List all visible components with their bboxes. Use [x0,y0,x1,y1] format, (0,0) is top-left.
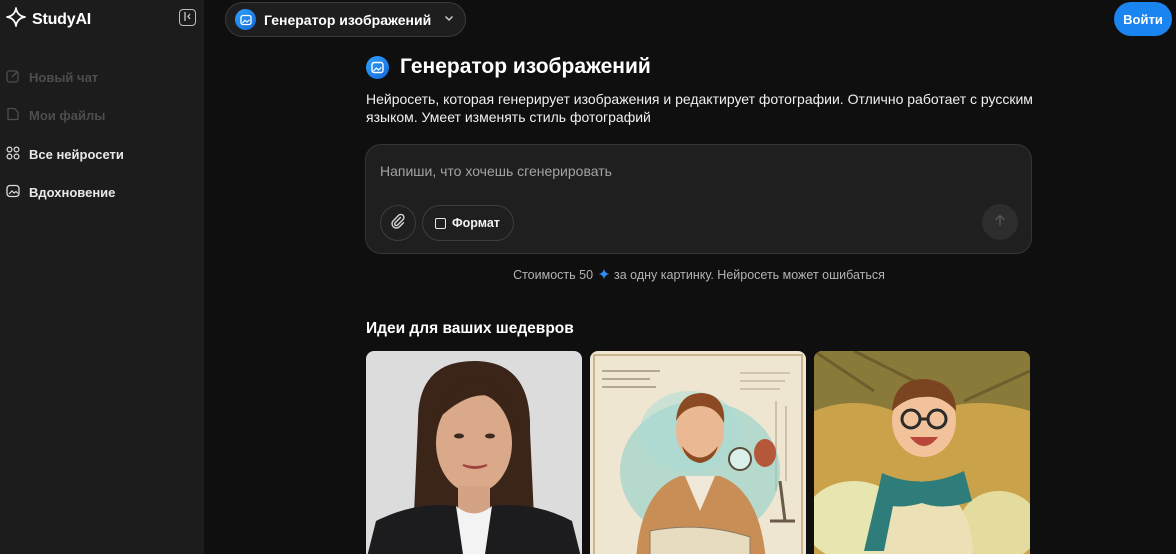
sidebar-item-all-networks[interactable]: Все нейросети [0,135,204,174]
idea-card-anime-boy[interactable] [814,351,1030,554]
edit-icon [6,69,20,86]
paperclip-icon [390,213,406,234]
page-description: Нейросеть, которая генерирует изображени… [366,91,1033,125]
arrow-up-icon [993,213,1007,232]
sidebar-item-label: Вдохновение [29,185,116,201]
image-icon [235,9,256,30]
format-button[interactable]: Формат [422,205,514,241]
sidebar-item-label: Все нейросети [29,146,124,162]
sidebar-item-label: Мои файлы [29,108,106,124]
image-icon [6,184,20,201]
image-icon [366,55,389,79]
collapse-sidebar-button[interactable] [179,9,196,26]
file-icon [6,107,20,124]
cost-suffix: за одну картинку. Нейросеть может ошибат… [614,268,885,282]
sparkle-icon [598,268,610,280]
cost-notice: Стоимость 50 за одну картинку. Нейросеть… [366,268,1032,282]
anime-image [814,351,1030,554]
idea-card-portrait[interactable] [366,351,582,554]
sparkle-star-icon [6,7,26,32]
prompt-box: Формат [365,144,1032,254]
ideas-gallery [366,351,1030,554]
format-label: Формат [452,216,500,230]
square-icon [435,217,446,229]
prompt-input[interactable] [380,163,980,179]
idea-card-watercolor-scientist[interactable] [590,351,806,554]
model-selector[interactable]: Генератор изображений [225,2,466,37]
ideas-title: Идеи для ваших шедевров [366,320,574,337]
grid-icon [6,146,20,163]
send-button[interactable] [982,204,1018,240]
brand-name: StudyAI [32,10,92,28]
sidebar-item-new-chat[interactable]: Новый чат [0,58,204,97]
model-name: Генератор изображений [264,11,432,28]
sidebar-item-inspiration[interactable]: Вдохновение [0,174,204,213]
page-header: Генератор изображений [366,55,651,79]
sidebar: StudyAI Новый чат Мои файлы Все нейросет… [0,0,204,554]
chevron-down-icon [439,11,455,29]
logo[interactable]: StudyAI [6,7,91,32]
portrait-image [366,351,582,554]
login-button[interactable]: Войти [1114,2,1172,36]
app-root: StudyAI Новый чат Мои файлы Все нейросет… [0,0,1176,554]
attach-button[interactable] [380,205,416,241]
sidebar-item-label: Новый чат [29,69,99,85]
sidebar-nav: Новый чат Мои файлы Все нейросети Вдохно… [0,58,204,212]
watercolor-image [590,351,806,554]
collapse-sidebar-icon [182,9,193,27]
cost-prefix: Стоимость 50 [513,268,594,282]
page-title: Генератор изображений [400,55,651,78]
sidebar-item-my-files[interactable]: Мои файлы [0,97,204,136]
